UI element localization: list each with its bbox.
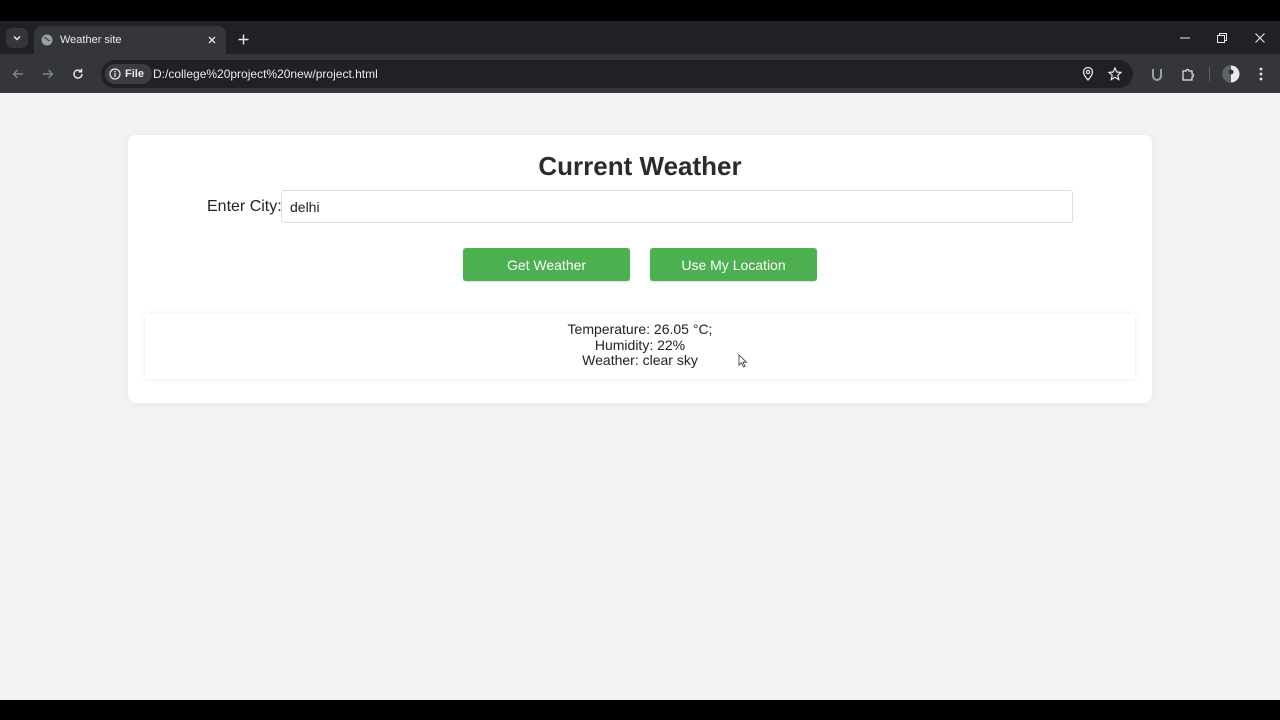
extension-u-icon[interactable] bbox=[1146, 63, 1168, 85]
arrow-left-icon bbox=[12, 69, 23, 79]
location-pin-icon[interactable] bbox=[1079, 65, 1097, 83]
reload-icon bbox=[73, 68, 83, 79]
more-menu-icon[interactable] bbox=[1250, 63, 1272, 85]
site-info-chip[interactable]: File bbox=[105, 64, 152, 84]
chevron-down-icon bbox=[13, 35, 21, 41]
close-icon bbox=[1255, 33, 1265, 43]
url-text: D:/college%20project%20new/project.html bbox=[153, 67, 378, 81]
restore-button[interactable] bbox=[1211, 27, 1233, 49]
profile-avatar-icon[interactable] bbox=[1220, 63, 1242, 85]
page-title: Current Weather bbox=[538, 151, 742, 181]
get-weather-button[interactable]: Get Weather bbox=[463, 248, 630, 281]
toolbar-separator bbox=[1209, 67, 1210, 81]
close-tab-icon[interactable] bbox=[204, 32, 220, 48]
city-label: Enter City: bbox=[207, 198, 282, 215]
site-chip-label: File bbox=[125, 68, 144, 80]
info-icon bbox=[109, 68, 121, 80]
back-button[interactable] bbox=[7, 63, 29, 85]
extensions-puzzle-icon[interactable] bbox=[1177, 63, 1199, 85]
close-window-button[interactable] bbox=[1249, 27, 1271, 49]
forward-button[interactable] bbox=[37, 63, 59, 85]
plus-icon bbox=[238, 34, 248, 44]
page-viewport: Current Weather Enter City: Get Weather … bbox=[0, 93, 1280, 700]
browser-toolbar: File D:/college%20project%20new/project.… bbox=[0, 54, 1280, 93]
use-my-location-button[interactable]: Use My Location bbox=[650, 248, 817, 281]
globe-icon bbox=[41, 34, 53, 46]
tab-strip: Weather site bbox=[0, 21, 1280, 54]
city-input[interactable] bbox=[281, 190, 1073, 223]
weather-description-text: Weather: clear sky bbox=[582, 352, 698, 368]
mouse-cursor-icon bbox=[738, 354, 748, 368]
letterbox-bottom bbox=[0, 700, 1280, 720]
restore-icon bbox=[1217, 33, 1227, 43]
new-tab-button[interactable] bbox=[234, 30, 252, 48]
weather-card: Current Weather Enter City: Get Weather … bbox=[128, 135, 1152, 403]
humidity-text: Humidity: 22% bbox=[594, 336, 686, 353]
minimize-button[interactable] bbox=[1174, 27, 1196, 49]
arrow-right-icon bbox=[43, 69, 54, 79]
minimize-icon bbox=[1180, 37, 1190, 39]
bookmark-star-icon[interactable] bbox=[1106, 65, 1124, 83]
reload-button[interactable] bbox=[67, 63, 89, 85]
address-bar[interactable]: File D:/college%20project%20new/project.… bbox=[101, 60, 1133, 88]
tab-weather-site[interactable]: Weather site bbox=[34, 26, 226, 54]
temperature-text: Temperature: 26.05 °C; bbox=[567, 321, 713, 337]
tab-title: Weather site bbox=[60, 34, 122, 46]
letterbox-top bbox=[0, 0, 1280, 21]
tab-search-button[interactable] bbox=[6, 28, 28, 48]
weather-result-panel: Temperature: 26.05 °C; Humidity: 22% Wea… bbox=[145, 314, 1135, 379]
